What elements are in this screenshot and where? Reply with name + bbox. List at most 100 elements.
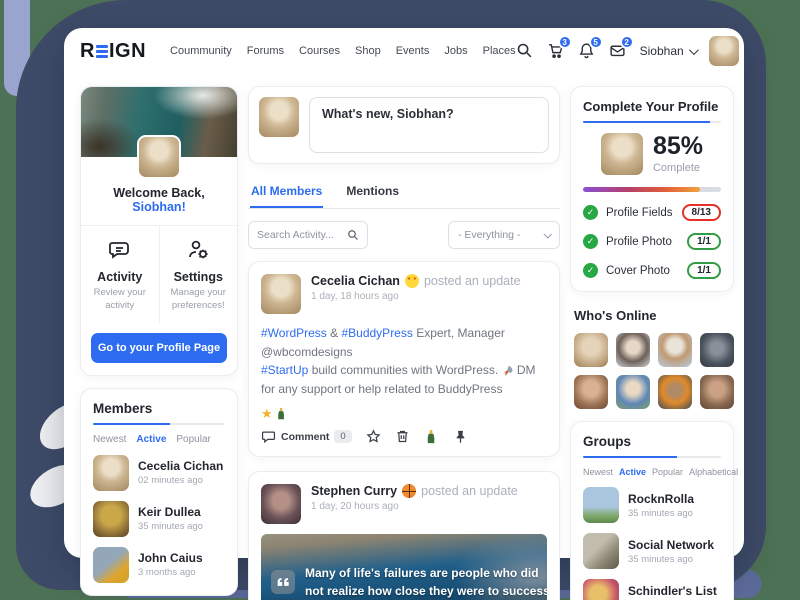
online-member-avatar[interactable] bbox=[700, 333, 734, 367]
cart-badge: 3 bbox=[558, 35, 572, 49]
pin-icon[interactable] bbox=[453, 429, 468, 444]
basketball-emoji bbox=[402, 484, 416, 498]
activity-search-input[interactable] bbox=[257, 229, 337, 241]
post-text: Expert, Manager bbox=[413, 326, 505, 340]
completion-item[interactable]: ✓ Profile Photo 1/1 bbox=[583, 233, 721, 250]
hashtag-startup[interactable]: #StartUp bbox=[261, 363, 308, 377]
online-member-avatar[interactable] bbox=[574, 375, 608, 409]
chevron-down-icon bbox=[543, 230, 551, 238]
mention-wbcomdesigns[interactable]: @wbcomdesigns bbox=[261, 345, 353, 359]
post-reactions[interactable]: ★ bbox=[261, 407, 547, 420]
group-name: RocknRolla bbox=[628, 492, 694, 506]
member-row[interactable]: Keir Dullea 35 minutes ago bbox=[93, 501, 225, 537]
menu-item-courses[interactable]: Courses bbox=[299, 45, 340, 57]
comment-button[interactable]: Comment 0 bbox=[261, 429, 352, 444]
hashtag-wordpress[interactable]: #WordPress bbox=[261, 326, 327, 340]
activity-post: Stephen Curry posted an update 1 day, 20… bbox=[248, 471, 560, 600]
members-title: Members bbox=[93, 401, 225, 416]
menu-item-shop[interactable]: Shop bbox=[355, 45, 381, 57]
member-row[interactable]: John Caius 3 months ago bbox=[93, 547, 225, 583]
post-author-avatar[interactable] bbox=[261, 274, 301, 314]
online-member-avatar[interactable] bbox=[616, 333, 650, 367]
member-row[interactable]: Cecelia Cichan 02 minutes ago bbox=[93, 455, 225, 491]
tab-mentions[interactable]: Mentions bbox=[345, 178, 400, 208]
tab-newest[interactable]: Newest bbox=[93, 434, 126, 445]
activity-post: Cecelia Cichan posted an update 1 day, 1… bbox=[248, 261, 560, 457]
right-sidebar: Complete Your Profile 85% Complete ✓ Pro… bbox=[570, 86, 734, 600]
whos-online-title: Who's Online bbox=[574, 308, 730, 323]
menu-item-jobs[interactable]: Jobs bbox=[444, 45, 467, 57]
comment-bubble-icon bbox=[261, 429, 276, 444]
group-last-active: 35 minutes ago bbox=[628, 508, 694, 519]
delete-trash-icon[interactable] bbox=[395, 429, 410, 444]
star-reaction-emoji: ★ bbox=[261, 407, 273, 420]
chevron-down-icon bbox=[689, 45, 699, 55]
completion-item[interactable]: ✓ Cover Photo 1/1 bbox=[583, 262, 721, 279]
completion-title: Complete Your Profile bbox=[583, 99, 721, 114]
tab-newest[interactable]: Newest bbox=[583, 467, 613, 477]
tab-all-members[interactable]: All Members bbox=[250, 178, 323, 208]
check-icon: ✓ bbox=[583, 205, 598, 220]
group-row[interactable]: Schindler's List 35 minutes ago bbox=[583, 579, 721, 600]
profile-avatar[interactable] bbox=[137, 135, 181, 179]
search-icon[interactable] bbox=[347, 229, 359, 241]
favorite-star-icon[interactable] bbox=[366, 429, 381, 444]
whats-new-input[interactable] bbox=[309, 97, 549, 153]
online-member-avatar[interactable] bbox=[700, 375, 734, 409]
group-row[interactable]: RocknRolla 35 minutes ago bbox=[583, 487, 721, 523]
post-author-name[interactable]: Stephen Curry bbox=[311, 484, 397, 498]
feed-tabs: All Members Mentions bbox=[248, 178, 560, 209]
tab-active[interactable]: Active bbox=[136, 434, 166, 445]
go-to-profile-button[interactable]: Go to your Profile Page bbox=[91, 333, 227, 363]
online-member-avatar[interactable] bbox=[658, 333, 692, 367]
member-last-active: 35 minutes ago bbox=[138, 521, 203, 532]
messages-badge: 2 bbox=[620, 35, 634, 49]
group-row[interactable]: Social Network 35 minutes ago bbox=[583, 533, 721, 569]
activity-shortcut[interactable]: Activity Review your activity bbox=[81, 226, 160, 323]
completion-item[interactable]: ✓ Profile Fields 8/13 bbox=[583, 204, 721, 221]
activity-feed: All Members Mentions - Everything - bbox=[248, 86, 560, 600]
post-author-name[interactable]: Cecelia Cichan bbox=[311, 274, 400, 288]
menu-item-events[interactable]: Events bbox=[396, 45, 430, 57]
navbar-actions: 3 5 2 Siobhan bbox=[516, 36, 739, 66]
completion-percent: 85% bbox=[653, 134, 703, 159]
member-name: Keir Dullea bbox=[138, 505, 203, 519]
tab-alphabetical[interactable]: Alphabetical bbox=[689, 467, 738, 477]
everything-dropdown[interactable]: - Everything - bbox=[448, 221, 560, 249]
post-composer bbox=[248, 86, 560, 164]
group-last-active: 35 minutes ago bbox=[628, 554, 714, 565]
online-member-avatar[interactable] bbox=[658, 375, 692, 409]
user-menu[interactable]: Siobhan bbox=[640, 44, 696, 58]
user-avatar[interactable] bbox=[709, 36, 739, 66]
online-member-avatar[interactable] bbox=[574, 333, 608, 367]
completion-item-count: 1/1 bbox=[687, 262, 721, 279]
post-header: Cecelia Cichan posted an update 1 day, 1… bbox=[261, 274, 547, 314]
member-name: Cecelia Cichan bbox=[138, 459, 223, 473]
settings-shortcut[interactable]: Settings Manage your preferences! bbox=[160, 226, 238, 323]
group-name: Social Network bbox=[628, 538, 714, 552]
page-background: R IGN Coummunity Forums Courses Shop Eve… bbox=[0, 0, 800, 600]
quote-image[interactable]: Many of life's failures are people who d… bbox=[261, 534, 547, 600]
tab-popular[interactable]: Popular bbox=[176, 434, 210, 445]
main-window: R IGN Coummunity Forums Courses Shop Eve… bbox=[64, 28, 744, 558]
tab-popular[interactable]: Popular bbox=[652, 467, 683, 477]
post-author-avatar[interactable] bbox=[261, 484, 301, 524]
champagne-reaction-emoji bbox=[275, 407, 288, 420]
reign-logo[interactable]: R IGN bbox=[80, 40, 146, 63]
online-member-avatar[interactable] bbox=[616, 375, 650, 409]
welcome-message: Welcome Back, Siobhan! bbox=[81, 179, 237, 225]
menu-item-places[interactable]: Places bbox=[483, 45, 516, 57]
notifications-bell-icon[interactable]: 5 bbox=[578, 42, 596, 60]
dropdown-value: - Everything - bbox=[458, 229, 520, 241]
search-icon[interactable] bbox=[516, 42, 534, 60]
menu-item-community[interactable]: Coummunity bbox=[170, 45, 232, 57]
messages-icon[interactable]: 2 bbox=[609, 42, 627, 60]
group-avatar bbox=[583, 579, 619, 600]
champagne-react-button[interactable] bbox=[424, 429, 439, 444]
post-content: #WordPress & #BuddyPress Expert, Manager… bbox=[261, 324, 547, 398]
menu-item-forums[interactable]: Forums bbox=[247, 45, 284, 57]
cart-icon[interactable]: 3 bbox=[547, 42, 565, 60]
star-struck-emoji bbox=[405, 274, 419, 288]
hashtag-buddypress[interactable]: #BuddyPress bbox=[341, 326, 412, 340]
tab-active[interactable]: Active bbox=[619, 467, 646, 477]
